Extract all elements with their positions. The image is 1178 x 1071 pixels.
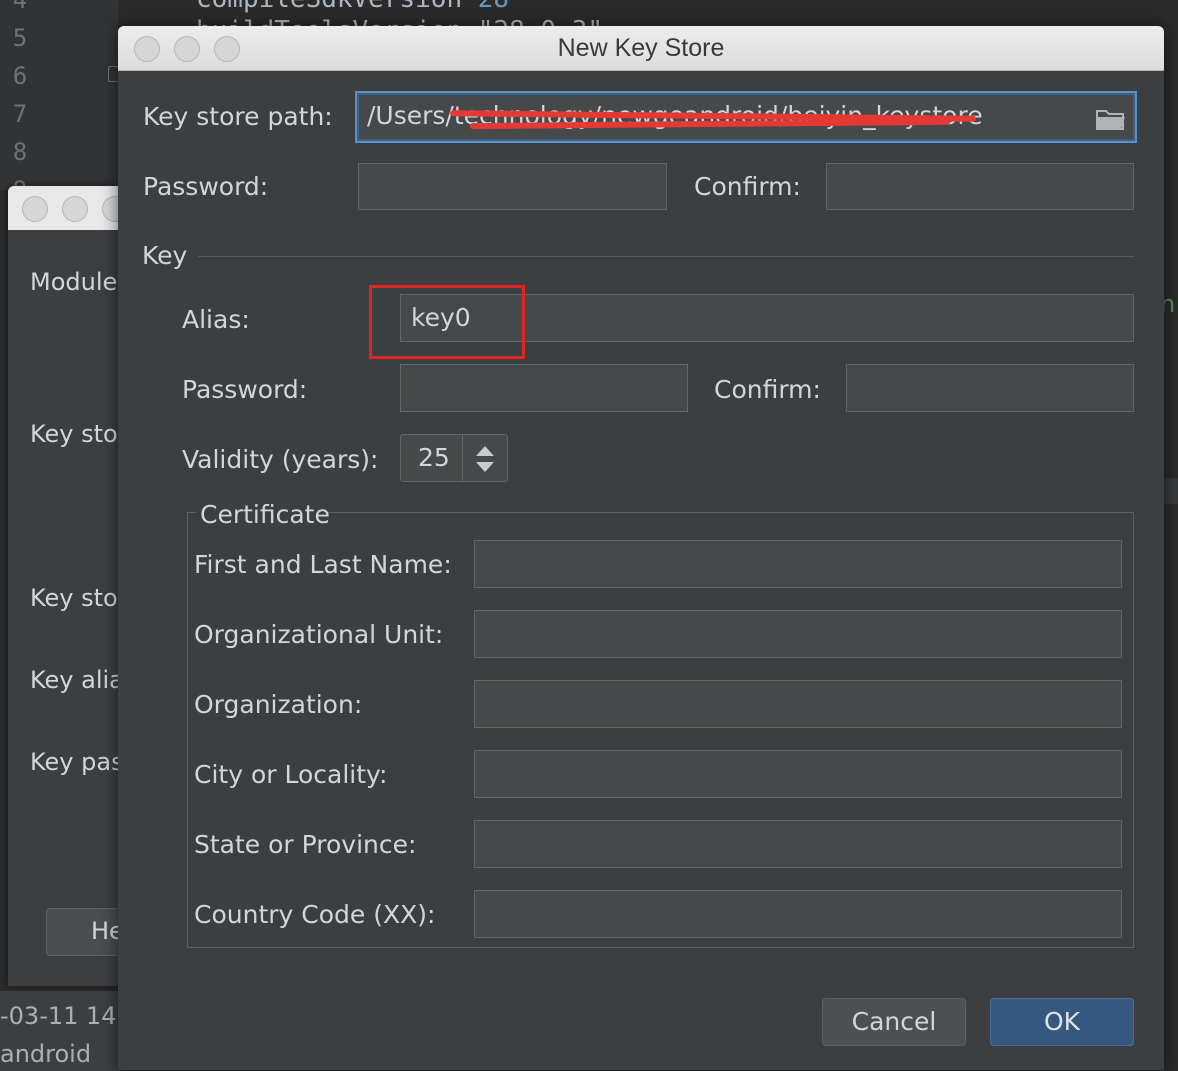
line-number: 4 [12, 0, 28, 14]
line-number: 6 [12, 62, 28, 90]
spinner-divider [462, 435, 463, 481]
key-section-title: Key [142, 241, 188, 270]
city-locality-field[interactable] [474, 750, 1122, 798]
code-line: compileSdkVersion 28 [196, 0, 509, 14]
state-province-field[interactable] [474, 820, 1122, 868]
dialog-title: New Key Store [557, 34, 725, 62]
key-password-label: Key pas [30, 748, 124, 776]
confirm-password-field[interactable] [826, 163, 1134, 210]
city-locality-label: City or Locality: [194, 760, 388, 789]
back-minimize-icon[interactable] [62, 196, 88, 222]
organizational-unit-label: Organizational Unit: [194, 620, 444, 649]
country-code-field[interactable] [474, 890, 1122, 938]
password-label: Password: [143, 172, 269, 201]
line-number: 8 [12, 138, 28, 166]
first-last-name-label: First and Last Name: [194, 550, 452, 579]
key-password-field[interactable] [400, 364, 688, 412]
cancel-button[interactable]: Cancel [822, 998, 966, 1046]
status-text: android [0, 1040, 92, 1068]
key-alias-label: Key alia [30, 666, 124, 694]
module-label: Module [30, 268, 118, 296]
key-store-path-label: Key store path: [143, 102, 333, 131]
folder-icon[interactable] [1095, 107, 1127, 131]
validity-value: 25 [418, 443, 450, 472]
certificate-title: Certificate [200, 500, 330, 529]
status-time: -03-11 14: [0, 1002, 125, 1030]
key-store-path-label: Key sto [30, 420, 118, 448]
editor-right-area [1164, 0, 1178, 1070]
key-confirm-label: Confirm: [714, 375, 821, 404]
alias-label: Alias: [182, 305, 250, 334]
highlight-box [369, 285, 525, 359]
organization-field[interactable] [474, 680, 1122, 728]
confirm-label: Confirm: [694, 172, 801, 201]
editor-selection-strip [1164, 478, 1178, 504]
first-last-name-field[interactable] [474, 540, 1122, 588]
password-field[interactable] [358, 163, 667, 210]
ok-button[interactable]: OK [990, 998, 1134, 1046]
line-number: 7 [12, 100, 28, 128]
state-province-label: State or Province: [194, 830, 417, 859]
key-store-password-label: Key sto [30, 584, 118, 612]
line-number: 5 [12, 24, 28, 52]
back-close-icon[interactable] [22, 196, 48, 222]
key-password-label: Password: [182, 375, 308, 404]
key-section-separator [198, 256, 1134, 257]
spinner-arrows-icon[interactable] [474, 445, 496, 473]
validity-label: Validity (years): [182, 445, 379, 474]
organizational-unit-field[interactable] [474, 610, 1122, 658]
organization-label: Organization: [194, 690, 363, 719]
country-code-label: Country Code (XX): [194, 900, 436, 929]
key-confirm-field[interactable] [846, 364, 1134, 412]
